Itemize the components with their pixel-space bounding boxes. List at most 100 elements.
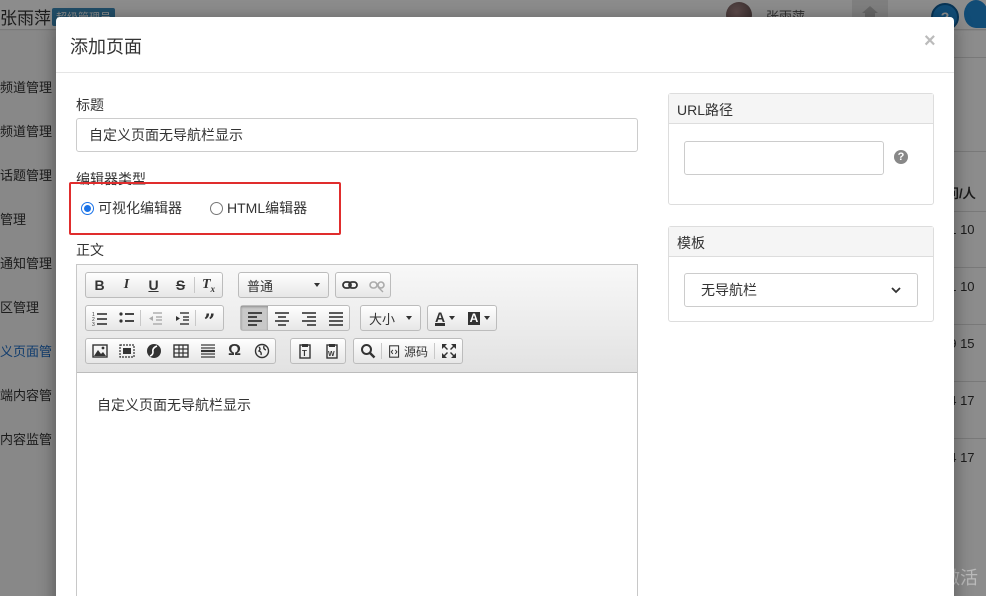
link-group — [335, 272, 391, 298]
chevron-down-icon — [406, 316, 412, 320]
list-group: 123 ” — [85, 305, 224, 331]
url-path-panel: URL路径 ? — [668, 93, 934, 205]
justify-icon — [328, 312, 343, 326]
align-right-button[interactable] — [295, 306, 322, 330]
body-label: 正文 — [76, 242, 104, 258]
svg-text:3: 3 — [92, 322, 95, 326]
indent-button[interactable] — [168, 306, 195, 330]
source-code-label: 源码 — [403, 344, 428, 359]
outdent-icon — [148, 312, 162, 325]
radio-html-editor-label: HTML编辑器 — [227, 200, 308, 216]
template-select-value: 无导航栏 — [701, 282, 757, 298]
align-right-icon — [301, 312, 316, 326]
font-size-select[interactable]: 大小 — [360, 305, 421, 331]
chevron-down-icon — [891, 287, 901, 294]
svg-text:W: W — [328, 351, 335, 358]
paste-text-button[interactable]: T — [291, 339, 318, 363]
background-color-button[interactable]: A — [462, 306, 496, 330]
template-panel: 模板 无导航栏 — [668, 226, 934, 322]
editor-toolbar: B I U S Tx 普通 123 ” 大小 A A Ω T W 源码 — [77, 265, 637, 373]
remove-format-icon: Tx — [201, 276, 216, 294]
radio-visual-editor-circle[interactable] — [81, 201, 94, 215]
help-icon[interactable]: ? — [894, 150, 908, 164]
editor-type-radio-group: 可视化编辑器 HTML编辑器 — [81, 198, 335, 218]
format-select-value: 普通 — [247, 278, 274, 294]
radio-html-editor-circle[interactable] — [210, 201, 223, 215]
url-path-input[interactable] — [684, 141, 884, 175]
blockquote-button[interactable]: ” — [196, 306, 223, 331]
paste-group: T W — [290, 338, 346, 364]
template-heading: 模板 — [669, 227, 933, 257]
paste-text-icon: T — [298, 344, 311, 359]
search-button[interactable] — [354, 339, 381, 363]
strikethrough-icon: S — [175, 277, 186, 293]
insert-map-button[interactable] — [248, 339, 275, 363]
unlink-button[interactable] — [363, 273, 390, 297]
insert-group: Ω — [85, 338, 276, 364]
remove-format-button[interactable]: Tx — [195, 273, 222, 297]
indent-icon — [175, 312, 189, 325]
radio-visual-editor-label: 可视化编辑器 — [98, 200, 182, 216]
close-button[interactable]: × — [924, 30, 936, 53]
bold-icon: B — [94, 277, 105, 293]
tools-group: 源码 — [353, 338, 463, 364]
format-select[interactable]: 普通 — [238, 272, 329, 298]
bulleted-list-icon — [118, 312, 134, 323]
chevron-down-icon — [484, 316, 491, 320]
align-center-button[interactable] — [268, 306, 295, 330]
title-label: 标题 — [76, 97, 104, 113]
italic-icon: I — [123, 277, 130, 292]
background-color-icon: A — [467, 310, 481, 325]
paste-word-icon: W — [325, 344, 338, 359]
radio-html-editor[interactable]: HTML编辑器 — [210, 198, 307, 218]
align-left-icon — [247, 312, 262, 326]
underline-icon: U — [148, 277, 159, 293]
insert-image-button[interactable] — [86, 339, 113, 363]
table-icon — [172, 344, 189, 358]
template-select[interactable]: 无导航栏 — [684, 273, 918, 307]
svg-text:T: T — [302, 349, 307, 358]
flash-icon — [146, 344, 161, 358]
fullscreen-button[interactable] — [435, 339, 462, 363]
align-left-button[interactable] — [241, 306, 268, 330]
align-center-icon — [274, 312, 289, 326]
image-icon — [91, 344, 108, 358]
horizontal-rule-icon — [200, 344, 215, 358]
bulleted-list-button[interactable] — [113, 306, 140, 330]
paste-word-button[interactable]: W — [318, 339, 345, 363]
link-icon — [341, 281, 358, 289]
omega-icon: Ω — [228, 342, 241, 359]
radio-visual-editor[interactable]: 可视化编辑器 — [81, 198, 182, 218]
bold-button[interactable]: B — [86, 273, 113, 297]
editor-content-area[interactable]: 自定义页面无导航栏显示 — [77, 373, 637, 596]
text-color-icon: A — [434, 308, 446, 326]
text-color-button[interactable]: A — [428, 306, 462, 330]
insert-table-button[interactable] — [167, 339, 194, 363]
text-style-group: B I U S Tx — [85, 272, 223, 298]
modal-header: 添加页面 × — [56, 17, 954, 73]
strikethrough-button[interactable]: S — [167, 273, 194, 297]
chevron-down-icon — [314, 283, 320, 287]
chevron-down-icon — [449, 316, 456, 320]
outdent-button[interactable] — [141, 306, 168, 330]
title-input[interactable]: 自定义页面无导航栏显示 — [76, 118, 638, 152]
numbered-list-button[interactable]: 123 — [86, 306, 113, 330]
color-group: A A — [427, 305, 497, 331]
insert-flash-button[interactable] — [140, 339, 167, 363]
alignment-group — [240, 305, 350, 331]
fullscreen-icon — [441, 344, 456, 358]
link-button[interactable] — [336, 273, 363, 297]
globe-icon — [254, 343, 269, 359]
italic-button[interactable]: I — [113, 273, 140, 297]
horizontal-rule-button[interactable] — [194, 339, 221, 363]
modal-title: 添加页面 — [70, 37, 142, 57]
rich-text-editor: B I U S Tx 普通 123 ” 大小 A A Ω T W 源码 自定义页… — [76, 264, 638, 596]
editor-content-text: 自定义页面无导航栏显示 — [97, 397, 251, 413]
justify-button[interactable] — [322, 306, 349, 330]
underline-button[interactable]: U — [140, 273, 167, 297]
special-char-button[interactable]: Ω — [221, 339, 248, 363]
media-icon — [118, 344, 135, 358]
font-size-select-value: 大小 — [369, 311, 396, 327]
insert-media-button[interactable] — [113, 339, 140, 363]
source-code-button[interactable]: 源码 — [382, 339, 434, 363]
